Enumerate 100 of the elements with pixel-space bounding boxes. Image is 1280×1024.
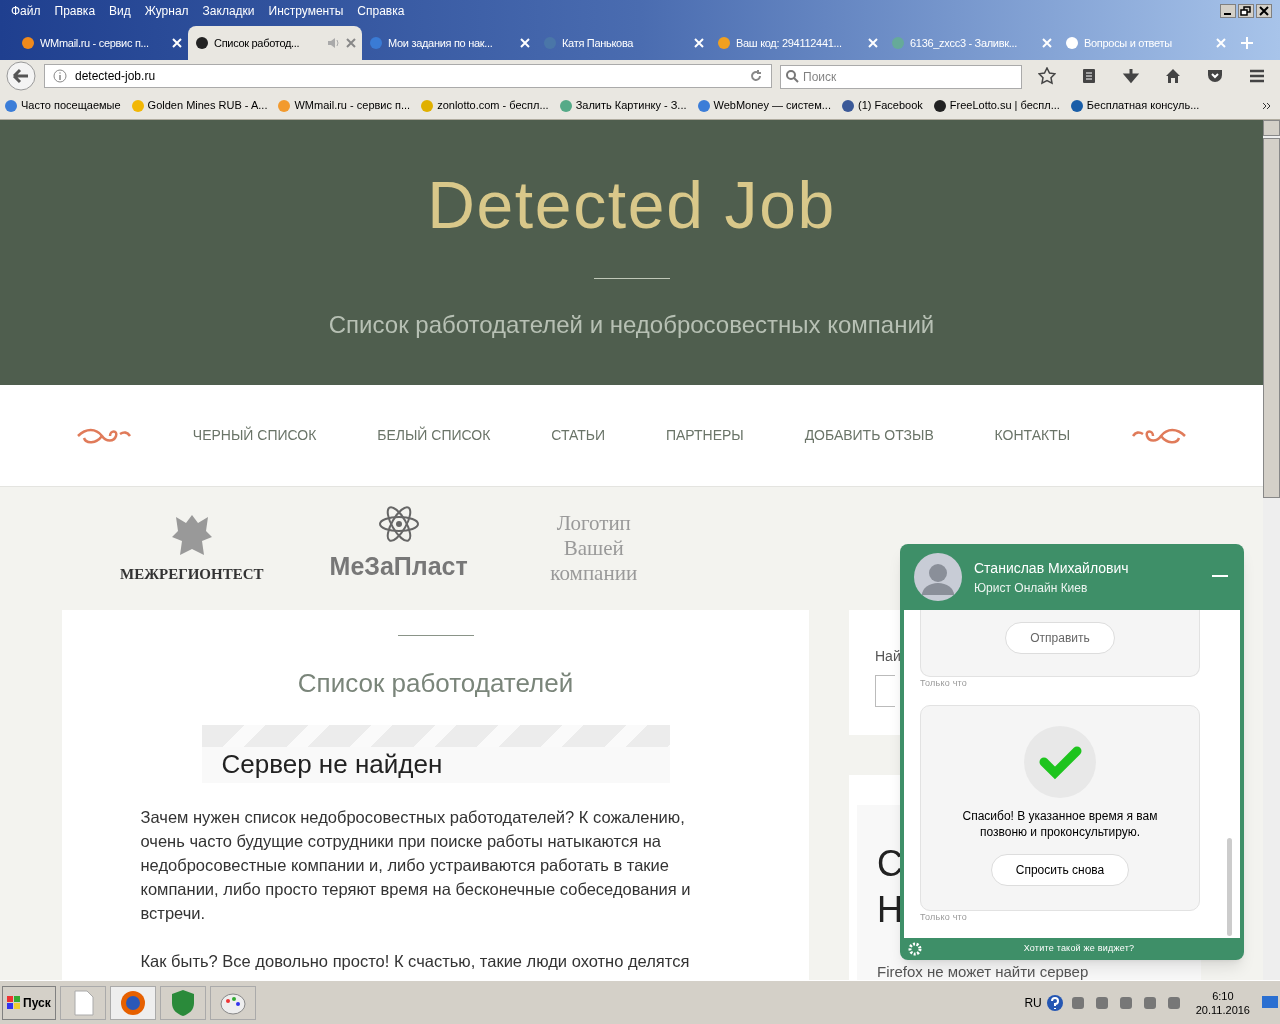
chat-button[interactable]: Отправить	[1005, 622, 1115, 654]
nav-link[interactable]: ЧЕРНЫЙ СПИСОК	[192, 425, 317, 446]
nav-link[interactable]: БЕЛЫЙ СПИСОК	[377, 425, 491, 446]
favicon-icon	[194, 35, 210, 51]
menu-item[interactable]: Журнал	[137, 2, 196, 20]
tab-title: Вопросы и ответы	[1084, 35, 1173, 51]
partner-logo-text: МЕЖРЕГИОНТЕСТ	[120, 565, 264, 585]
bookmark-icon	[1069, 98, 1084, 113]
search-field[interactable]: Поиск	[780, 65, 1022, 89]
search-icon	[785, 69, 799, 83]
bookmark-item[interactable]: Golden Mines RUB - A...	[130, 97, 268, 114]
minimize-button[interactable]	[1220, 4, 1236, 18]
favicon-icon	[716, 35, 732, 51]
menu-item[interactable]: Файл	[4, 2, 48, 20]
menu-item[interactable]: Справка	[350, 2, 412, 20]
browser-icon[interactable]	[109, 985, 156, 1020]
close-button[interactable]	[1256, 4, 1272, 18]
show-desktop-icon[interactable]	[1262, 995, 1278, 1010]
avatar-icon	[914, 553, 962, 601]
tab-title: Ваш код: 294112441...	[736, 35, 843, 51]
site-subtitle: Список работодателей и недобросовестных компаний	[328, 310, 935, 340]
scrollbar[interactable]	[1263, 120, 1280, 980]
browser-tab[interactable]: Список работод...	[188, 26, 362, 60]
nav-link[interactable]: КОНТАКТЫ	[994, 425, 1071, 446]
error-heading: Н	[877, 888, 903, 932]
tab-title: WMmail.ru - сервис п...	[40, 35, 150, 51]
agent-role: Юрист Онлайн Киев	[974, 579, 1089, 597]
tab-title: Мои задания по нак...	[388, 35, 494, 51]
nav-link[interactable]: СТАТЬИ	[551, 425, 606, 446]
pocket-icon[interactable]	[1206, 67, 1224, 85]
favicon-icon	[1064, 35, 1080, 51]
body-paragraph: Как быть? Все довольно просто! К счастью, такие люди охотно делятся	[140, 951, 691, 972]
nav-link[interactable]: ПАРТНЕРЫ	[665, 425, 744, 446]
menu-icon[interactable]	[1248, 67, 1266, 85]
reading-list-icon[interactable]	[1080, 67, 1098, 85]
error-heading: С	[877, 842, 903, 886]
menu-item[interactable]: Закладки	[195, 2, 262, 20]
browser-tab[interactable]: Ваш код: 294112441...	[710, 26, 884, 60]
minimize-icon	[1224, 13, 1231, 15]
browser-tab[interactable]: WMmail.ru - сервис п...	[14, 26, 188, 60]
bookmark-icon	[696, 98, 711, 113]
bookmark-icon	[420, 98, 435, 113]
tab-title: Список работод...	[214, 35, 301, 51]
chat-button[interactable]: Спросить снова	[990, 853, 1130, 886]
search-label: Най	[875, 647, 901, 666]
search-input[interactable]	[875, 675, 895, 707]
language-indicator[interactable]: RU	[1024, 993, 1042, 1012]
bookmark-item[interactable]: WebMoney — систем...	[696, 97, 831, 114]
bookmark-item[interactable]: Часто посещаемые	[4, 97, 121, 114]
menu-item[interactable]: Инструменты	[261, 2, 351, 20]
settings-icon[interactable]	[908, 942, 922, 956]
speaker-icon[interactable]	[326, 35, 342, 51]
widget-link[interactable]: Хотите такой же виджет?	[922, 942, 1236, 956]
new-tab-icon[interactable]	[1240, 36, 1254, 50]
favicon-icon	[890, 35, 906, 51]
bookmark-icon	[840, 98, 855, 113]
message-time: Только что	[920, 677, 969, 690]
bookmark-star-icon[interactable]	[1038, 67, 1056, 85]
bookmark-item[interactable]: zonlotto.com - беспл...	[420, 97, 549, 114]
bookmark-item[interactable]: (1) Facebook	[840, 97, 923, 114]
help-icon[interactable]	[1045, 993, 1064, 1012]
nav-link[interactable]: ДОБАВИТЬ ОТЗЫВ	[804, 425, 934, 446]
partner-logo-text: Логотип Вашей компании	[549, 511, 639, 586]
overflow-chevron-icon[interactable]	[1262, 100, 1272, 111]
scrollbar-thumb[interactable]	[1227, 838, 1232, 936]
partner-logo-text: МеЗаПласт	[329, 550, 468, 582]
bookmark-item[interactable]: Бесплатная консуль...	[1069, 97, 1200, 114]
bookmark-icon	[4, 98, 18, 113]
agent-name: Станислав Михайлович	[974, 558, 1130, 578]
bookmark-icon	[130, 98, 145, 113]
browser-tab[interactable]: Мои задания по нак...	[362, 26, 536, 60]
favicon-icon	[368, 35, 384, 51]
bookmark-icon	[932, 98, 947, 113]
address-bar[interactable]: detected-job.ru	[44, 64, 772, 88]
reload-icon[interactable]	[749, 69, 763, 83]
menu-item[interactable]: Вид	[102, 2, 138, 20]
shield-icon[interactable]	[159, 985, 206, 1020]
body-paragraph: Зачем нужен список недобросовестных работодателей? К сожалению, очень часто будущие сотрудники при поиске работы натыкаются на недобросовестные компании и, либо устраиваются работать в такие компании, либо просто теряют время на бесконечные собеседования и встречи.	[140, 807, 692, 924]
bookmark-item[interactable]: FreeLotto.su | беспл...	[932, 97, 1060, 114]
bookmark-icon	[277, 98, 292, 113]
download-icon[interactable]	[1122, 67, 1140, 85]
url-text: detected-job.ru	[75, 68, 157, 85]
minimize-icon[interactable]	[1212, 575, 1228, 579]
back-button[interactable]	[6, 61, 36, 91]
restore-button[interactable]	[1238, 4, 1254, 18]
clock-date: 20.11.2016	[1195, 1002, 1250, 1017]
paint-palette-icon[interactable]	[209, 985, 256, 1020]
checkmark-icon	[1024, 725, 1096, 798]
start-button[interactable]: Пуск	[2, 985, 56, 1020]
browser-tab[interactable]: Катя Панькова	[536, 26, 710, 60]
home-icon[interactable]	[1164, 67, 1182, 85]
section-heading: Список работодателей	[297, 667, 574, 700]
atom-icon	[377, 503, 420, 544]
bookmark-item[interactable]: WMmail.ru - сервис п...	[277, 97, 411, 114]
menu-item[interactable]: Правка	[47, 2, 103, 20]
clock-time: 6:10	[1212, 988, 1234, 1003]
info-icon[interactable]	[53, 69, 67, 83]
tab-title: 6136_zxcc3 - Заливк...	[910, 35, 1019, 51]
bookmark-item[interactable]: Залить Картинку - З...	[558, 97, 687, 114]
error-title: Сервер не найден	[220, 748, 444, 781]
